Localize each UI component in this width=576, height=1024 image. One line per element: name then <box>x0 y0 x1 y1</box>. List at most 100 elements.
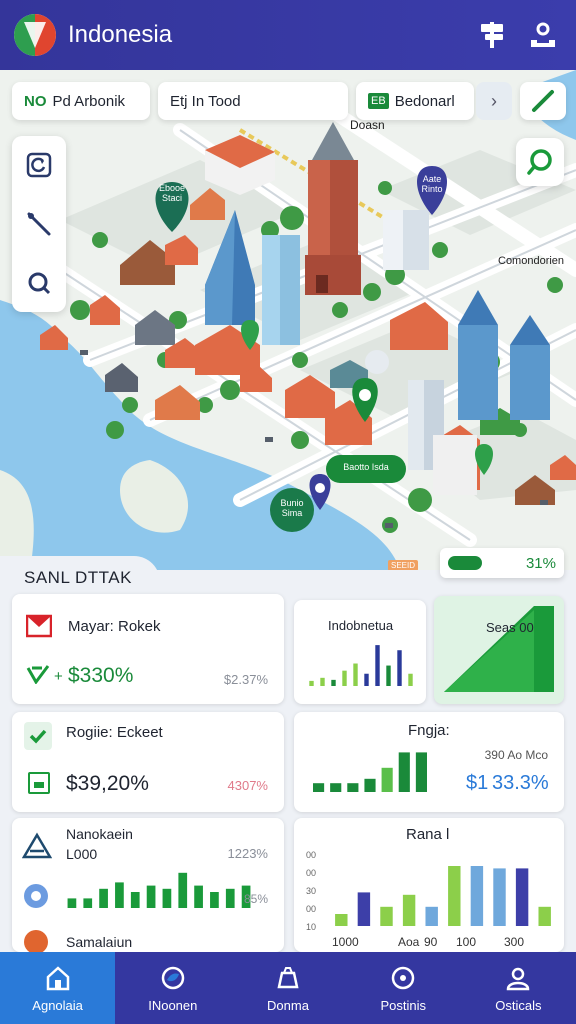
nav-label: Postinis <box>380 997 426 1013</box>
card-rogiie[interactable]: Rogiie: Eckeet $39,20% 4307% <box>12 712 284 812</box>
warning-icon <box>22 832 52 859</box>
search-field-3[interactable]: EB Bedonarl <box>356 82 474 120</box>
card-footer: Samalaiun <box>66 934 133 950</box>
chart-bar <box>493 868 506 926</box>
next-arrow-button[interactable]: › <box>476 82 512 120</box>
chart-bar <box>99 888 108 908</box>
pin-label[interactable]: Baotto Isda <box>328 462 404 472</box>
search-field-2-text: Etj In Tood <box>170 92 241 110</box>
card-value: $330% <box>68 664 134 687</box>
signpost-icon[interactable] <box>474 16 512 54</box>
nav-label: Agnolaia <box>32 997 83 1013</box>
bar-chart: 00 00 30 00 10 1000 Aoa 90 100 300 <box>306 850 551 949</box>
image-icon <box>28 772 50 794</box>
y-tick-label: 10 <box>306 922 316 932</box>
x-tick-label: 90 <box>424 935 438 949</box>
dashboard-panel: SANL DTTAK 31% Mayar: Rokek + $330% $2.3… <box>0 548 576 952</box>
chart-bar <box>448 866 461 926</box>
chart-bar <box>470 866 484 926</box>
folder-icon <box>274 964 302 992</box>
chart-bar <box>320 677 325 686</box>
map-tools <box>12 136 66 312</box>
pencil-icon <box>532 90 554 112</box>
search-field-2[interactable]: Etj In Tood <box>158 82 348 120</box>
dashboard-title: SANL DTTAK <box>0 556 160 596</box>
card-secondary: 1223% <box>227 846 268 861</box>
nav-item-positions[interactable]: Postinis <box>346 952 461 1024</box>
card-title: Indobnetua <box>328 618 394 633</box>
user-group-icon <box>504 964 532 992</box>
card-mayar[interactable]: Mayar: Rokek + $330% $2.37% <box>12 594 284 704</box>
card-title: Fngja: <box>408 722 450 739</box>
card-value: $39,20% <box>66 772 149 795</box>
pin-label[interactable]: Bunio Sima <box>274 498 310 518</box>
zoom-search-icon[interactable] <box>22 266 56 300</box>
card-title: Mayar: Rokek <box>68 618 161 635</box>
chart-bar <box>130 892 140 908</box>
card-title: Seas 00 <box>486 620 534 635</box>
location-icon <box>389 964 417 992</box>
edit-button[interactable] <box>520 82 566 120</box>
card-fngja[interactable]: Fngja: 390 Ao Mco $1 33.3% <box>294 712 564 812</box>
chart-bar <box>335 914 348 926</box>
stat-chip[interactable]: 31% <box>440 548 564 578</box>
search-field-1-text: Pd Arbonik <box>52 92 126 110</box>
trend-icon <box>26 665 50 684</box>
card-indobnetua[interactable]: Indobnetua <box>294 600 426 704</box>
x-tick-label: 100 <box>456 935 476 949</box>
chart-bar <box>381 767 393 792</box>
card-secondary: 4307% <box>227 778 268 793</box>
area-chart <box>444 606 554 692</box>
dot-icon <box>24 884 48 908</box>
chart-bar <box>115 882 124 908</box>
card-prefix: + <box>54 668 63 685</box>
map-label-right: Comondorien <box>498 255 565 267</box>
status-icon <box>24 930 48 952</box>
pin-label[interactable]: Ebooe Staci <box>156 183 188 203</box>
chart-bar <box>225 888 235 908</box>
chart-bar <box>380 906 393 926</box>
card-nanokaein[interactable]: Nanokaein L000 1223% 85% Samalaiun <box>12 818 284 952</box>
card-caption: 390 Ao Mco <box>484 748 548 762</box>
card-value: 33.3% <box>492 772 549 794</box>
mini-bar-chart <box>313 752 427 792</box>
chart-bar <box>347 783 359 792</box>
bottom-nav: Agnolaia INoonen Donma Postinis Osticals <box>0 952 576 1024</box>
city-map[interactable]: Doasn Comondorien Ebooe Staci Aate Rinto… <box>0 70 576 570</box>
measure-icon[interactable] <box>22 207 56 241</box>
chart-bar <box>357 892 371 926</box>
chart-bar <box>313 783 325 792</box>
rotate-icon[interactable] <box>22 148 56 182</box>
x-tick-label: 1000 <box>332 935 359 949</box>
search-field-3-text: Bedonarl <box>394 92 455 110</box>
chart-bar <box>353 663 358 686</box>
chart-bar <box>178 872 188 908</box>
card-seas[interactable]: Seas 00 <box>434 596 564 704</box>
y-tick-label: 00 <box>306 850 316 860</box>
mail-icon <box>26 614 52 638</box>
chart-bar <box>398 752 410 792</box>
chart-bar <box>342 670 347 686</box>
nav-item-home[interactable]: Agnolaia <box>0 952 116 1024</box>
chart-bar <box>210 892 219 908</box>
search-field-1-tag: NO <box>24 92 47 110</box>
card-secondary-2: 85% <box>243 892 268 906</box>
search-field-1[interactable]: NO Pd Arbonik <box>12 82 150 120</box>
chart-bar <box>402 894 416 926</box>
card-rana[interactable]: Rana l 00 00 30 00 10 1000 Aoa 90 100 300 <box>294 818 564 952</box>
stat-chip-indicator <box>448 556 482 570</box>
chart-bar <box>515 868 529 926</box>
nav-item-monitor[interactable]: INoonen <box>115 952 230 1024</box>
chart-bar <box>331 679 336 686</box>
nav-item-settings[interactable]: Osticals <box>461 952 576 1024</box>
y-tick-label: 30 <box>306 886 316 896</box>
nav-item-data[interactable]: Donma <box>230 952 345 1024</box>
chart-bar <box>408 673 413 686</box>
profile-icon[interactable] <box>524 16 562 54</box>
nav-label: Osticals <box>495 997 542 1013</box>
card-title: Nanokaein <box>66 826 133 842</box>
locate-button[interactable] <box>516 138 564 186</box>
pin-label[interactable]: Aate Rinto <box>416 174 448 194</box>
app-header: Indonesia <box>0 0 576 70</box>
search-icon <box>527 149 552 175</box>
